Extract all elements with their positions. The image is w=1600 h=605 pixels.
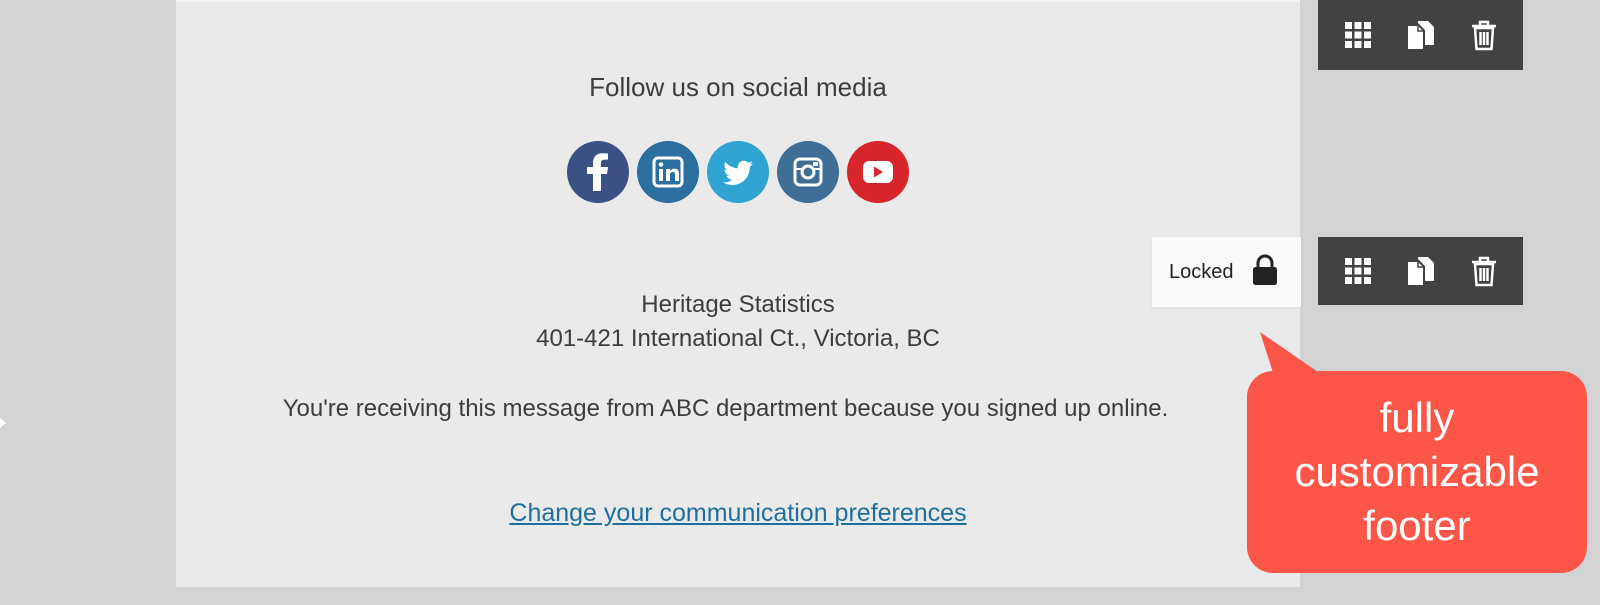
trash-icon[interactable]: [1464, 15, 1504, 55]
grid-icon[interactable]: [1338, 251, 1378, 291]
grid-icon[interactable]: [1338, 15, 1378, 55]
youtube-icon[interactable]: [847, 141, 909, 203]
follow-us-heading: Follow us on social media: [589, 72, 887, 102]
subscription-disclaimer: You're receiving this message from ABC d…: [282, 395, 1169, 422]
social-icons-row: [176, 141, 1300, 203]
email-footer-block[interactable]: Follow us on social media Heritage Stati…: [176, 0, 1300, 587]
communication-preferences-link[interactable]: Change your communication preferences: [509, 499, 966, 527]
linkedin-icon[interactable]: [637, 141, 699, 203]
cursor-fragment: [0, 418, 6, 428]
organization-address: 401-421 International Ct., Victoria, BC: [536, 325, 940, 352]
annotation-callout: fully customizable footer: [1247, 371, 1587, 573]
trash-icon[interactable]: [1464, 251, 1504, 291]
duplicate-icon[interactable]: [1401, 251, 1441, 291]
facebook-icon[interactable]: [567, 141, 629, 203]
locked-label: Locked: [1169, 260, 1234, 283]
locked-badge: Locked: [1152, 237, 1301, 307]
block-toolbar-footer: [1318, 237, 1523, 305]
instagram-icon[interactable]: [777, 141, 839, 203]
prefs-link-container: Change your communication preferences: [176, 499, 1300, 528]
organization-name: Heritage Statistics: [641, 291, 835, 318]
duplicate-icon[interactable]: [1401, 15, 1441, 55]
twitter-icon[interactable]: [707, 141, 769, 203]
lock-icon: [1250, 253, 1280, 292]
block-toolbar-top: [1318, 0, 1523, 70]
callout-text: fully customizable footer: [1294, 394, 1540, 549]
